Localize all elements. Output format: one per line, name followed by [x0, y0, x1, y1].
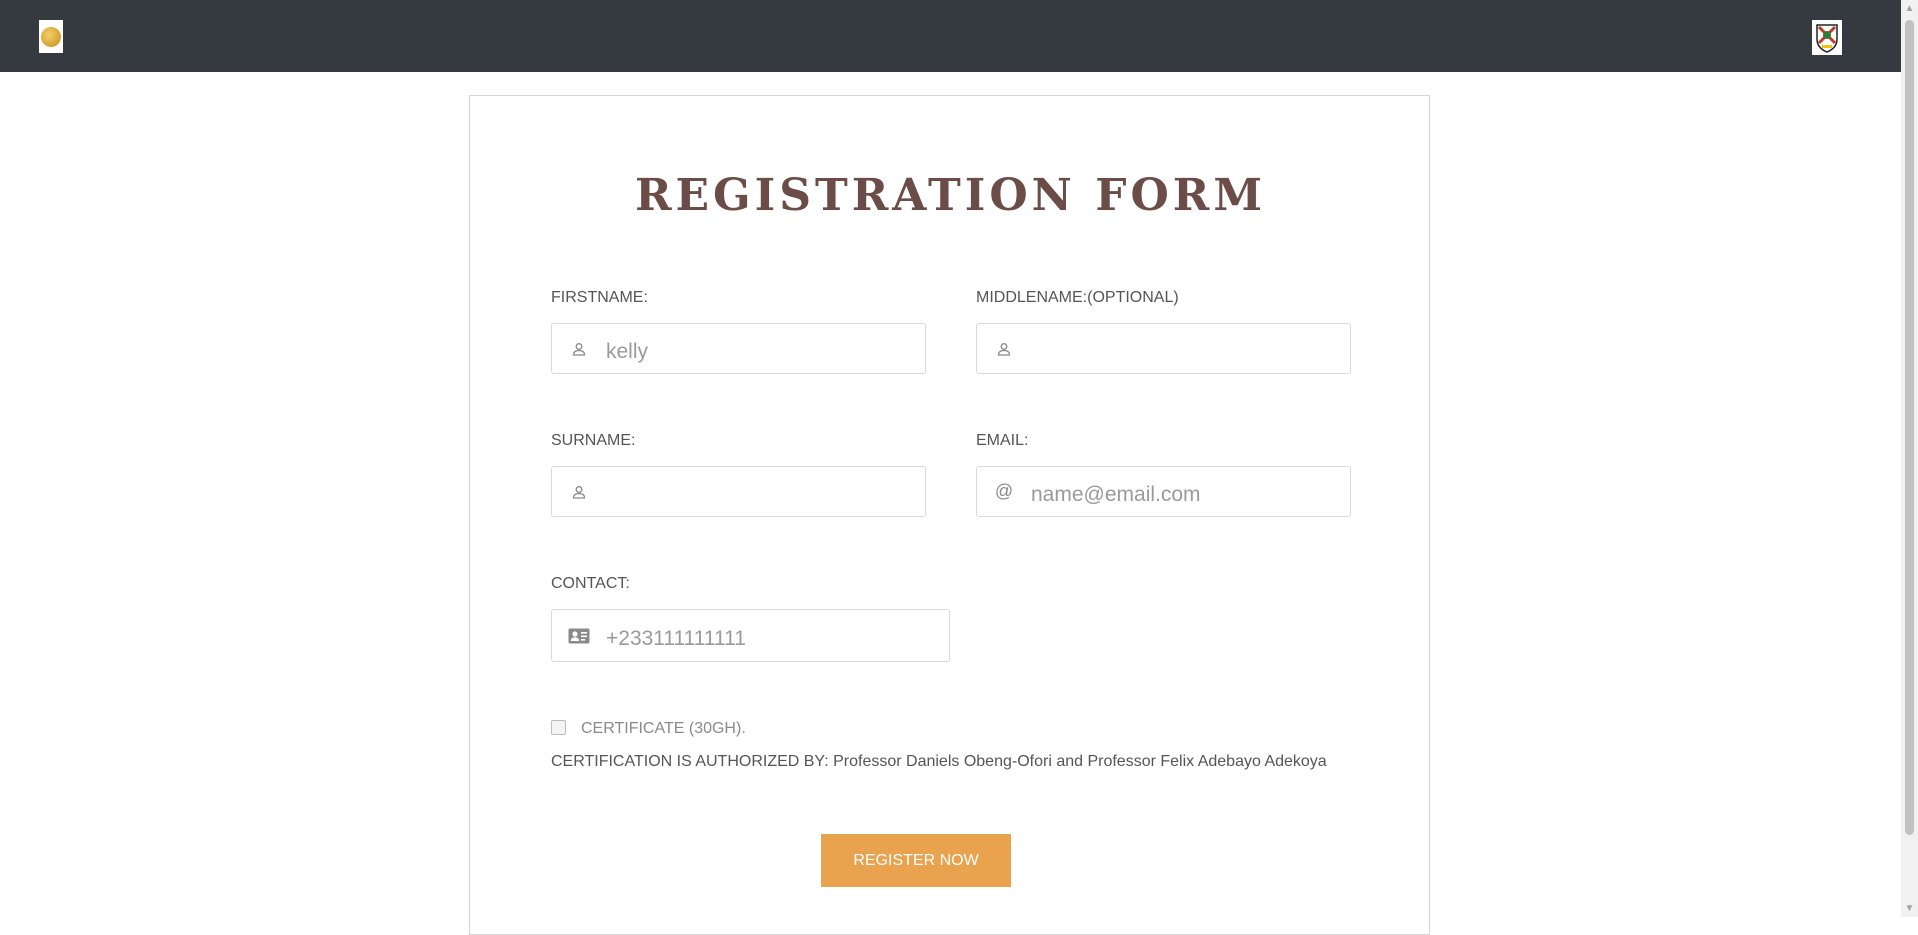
at-sign-icon: @: [994, 481, 1014, 501]
email-field[interactable]: @: [976, 466, 1351, 517]
contact-card-icon: [556, 628, 602, 644]
crest-icon: [1816, 23, 1838, 53]
contact-field[interactable]: [551, 609, 950, 662]
scrollbar-thumb[interactable]: [1905, 20, 1914, 835]
register-now-button[interactable]: REGISTER NOW: [821, 834, 1011, 887]
email-label: EMAIL:: [976, 432, 1029, 449]
surname-label: SURNAME:: [551, 432, 636, 449]
certificate-option[interactable]: CERTIFICATE (30GH).: [551, 716, 746, 738]
firstname-field[interactable]: [551, 323, 926, 374]
middlename-field[interactable]: [976, 323, 1351, 374]
contact-label: CONTACT:: [551, 575, 630, 592]
contact-input[interactable]: [602, 626, 949, 651]
surname-input[interactable]: [602, 482, 925, 507]
top-navbar: [0, 0, 1901, 72]
email-input[interactable]: [1027, 482, 1350, 507]
certification-authorization-text: CERTIFICATION IS AUTHORIZED BY: Professo…: [551, 753, 1327, 770]
firstname-label: FIRSTNAME:: [551, 289, 648, 306]
coin-shape: [41, 26, 61, 47]
user-icon: [556, 485, 602, 499]
firstname-input[interactable]: [602, 339, 925, 364]
page-title: REGISTRATION FORM: [634, 170, 1267, 221]
certificate-label[interactable]: CERTIFICATE (30GH).: [581, 720, 746, 738]
surname-field[interactable]: [551, 466, 926, 517]
user-icon: [556, 342, 602, 356]
user-icon: [981, 342, 1027, 356]
scroll-down-arrow-icon[interactable]: ▼: [1901, 900, 1918, 917]
certificate-checkbox[interactable]: [551, 719, 566, 735]
middlename-input[interactable]: [1027, 339, 1350, 364]
middlename-label: MIDDLENAME:(OPTIONAL): [976, 289, 1179, 306]
scroll-up-arrow-icon[interactable]: ▲: [1901, 0, 1918, 17]
gold-coin-logo-icon[interactable]: [39, 20, 63, 53]
vertical-scrollbar[interactable]: ▲ ▼: [1901, 0, 1918, 917]
university-crest-logo-icon[interactable]: [1812, 20, 1842, 55]
